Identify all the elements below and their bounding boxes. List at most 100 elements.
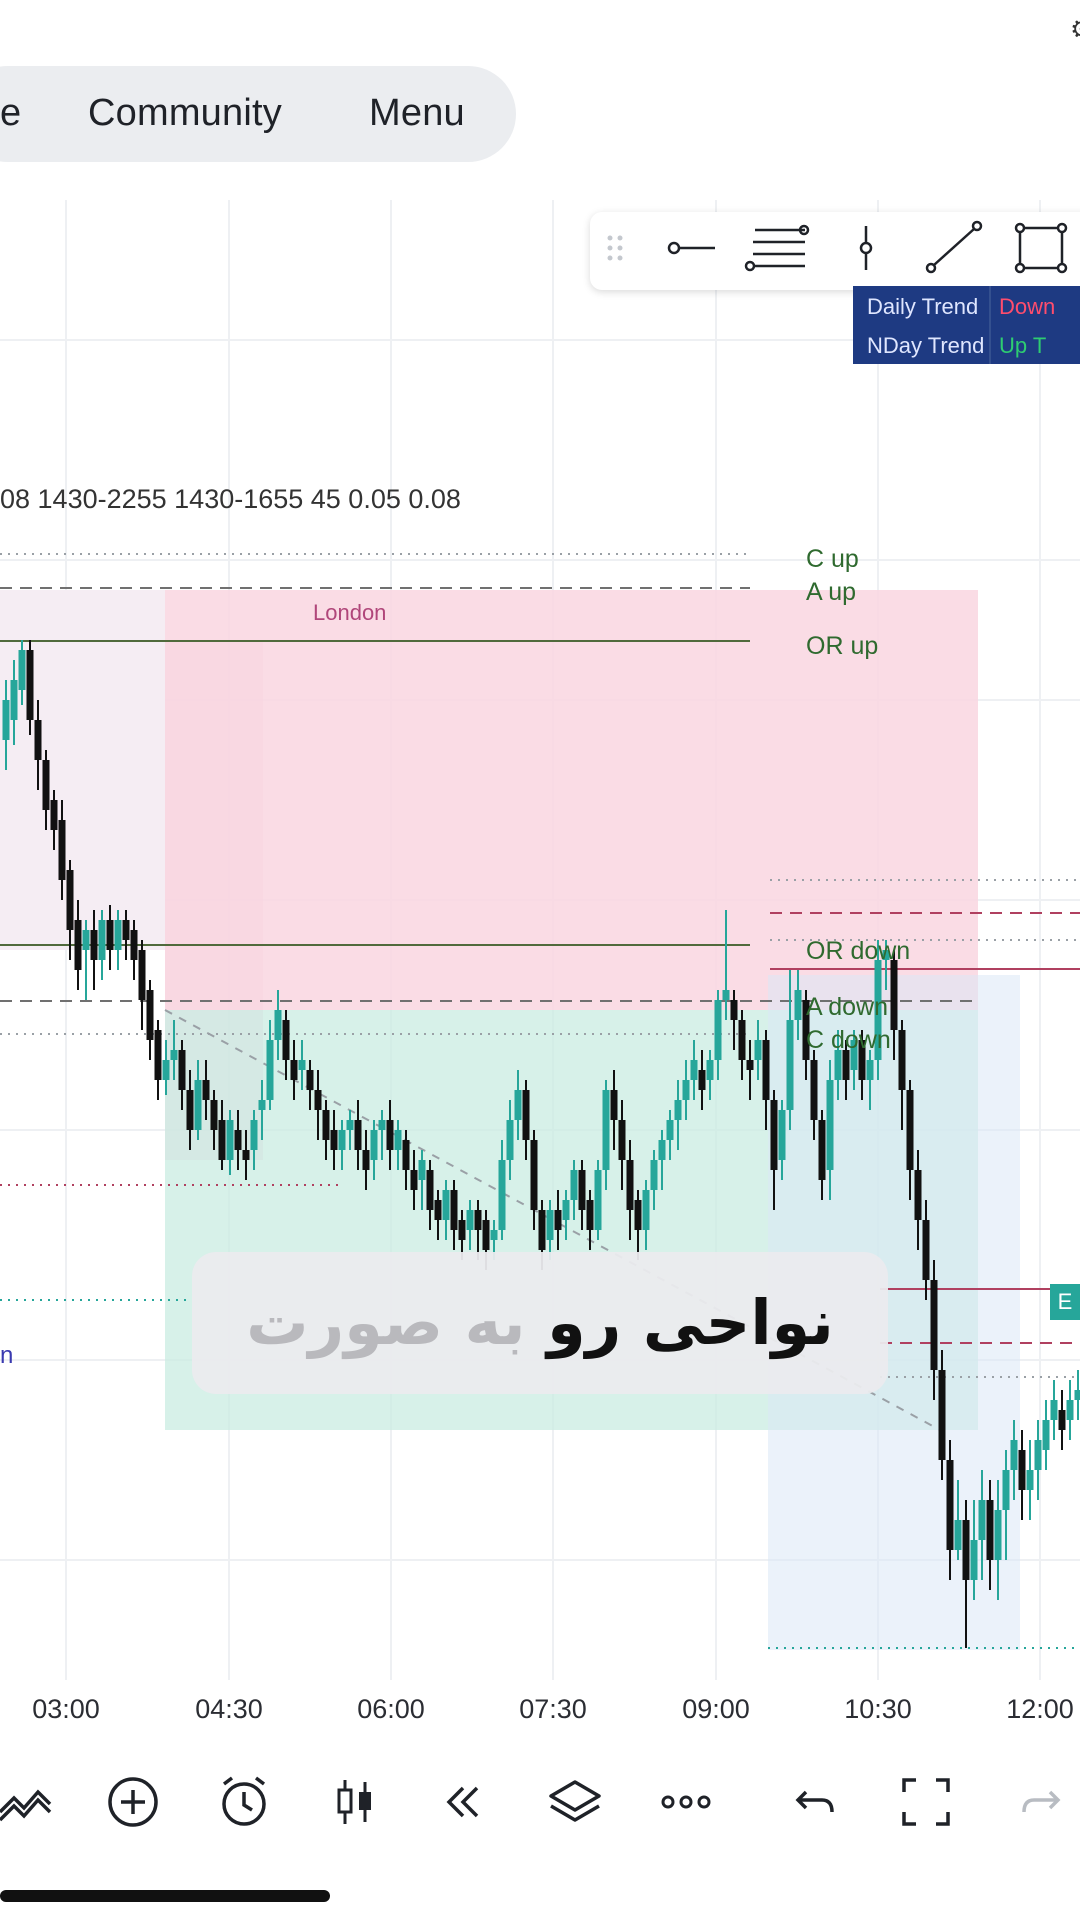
candle-body: [282, 1020, 290, 1060]
candle-body: [1058, 1410, 1066, 1430]
candle-body: [82, 930, 90, 950]
time-tick: 12:00: [1006, 1694, 1074, 1724]
candle-body: [754, 1040, 762, 1060]
candle-body: [122, 920, 130, 940]
candle-body: [770, 1100, 778, 1170]
redo-icon[interactable]: [1010, 1772, 1070, 1832]
layers-icon[interactable]: [545, 1772, 605, 1832]
indicators-icon[interactable]: [0, 1772, 60, 1832]
time-tick: 09:00: [682, 1694, 750, 1724]
candle-body: [690, 1060, 698, 1080]
candle-body: [962, 1520, 970, 1580]
candle-body: [90, 930, 98, 960]
candle-body: [818, 1120, 826, 1180]
drag-handle-icon[interactable]: [607, 235, 623, 261]
level-label-c-down: C down: [806, 1026, 891, 1054]
candle-body: [98, 920, 106, 960]
candle-body: [714, 1000, 722, 1060]
candles-icon[interactable]: [325, 1772, 385, 1832]
alert-clock-icon[interactable]: [214, 1772, 274, 1832]
candle-body: [826, 1080, 834, 1170]
candle-body: [498, 1160, 506, 1230]
candle-body: [618, 1120, 626, 1160]
candle-body: [402, 1140, 410, 1170]
candle-body: [642, 1190, 650, 1230]
candle-body: [26, 650, 34, 720]
status-glyph-icon: ⚙: [1070, 14, 1080, 38]
level-label-a-up: A up: [806, 578, 857, 606]
candle-body: [58, 820, 66, 880]
candle-body: [1034, 1440, 1042, 1470]
nav-item-partial[interactable]: e: [0, 92, 21, 135]
time-tick: 03:00: [32, 1694, 100, 1724]
candle-body: [346, 1120, 354, 1130]
candle-body: [74, 920, 82, 970]
candle-body: [610, 1090, 618, 1120]
candle-body: [394, 1130, 402, 1150]
candle-body: [786, 1020, 794, 1110]
candle-body: [426, 1170, 434, 1210]
candle-body: [330, 1130, 338, 1150]
candle-body: [154, 1030, 162, 1080]
candle-body: [482, 1220, 490, 1250]
candle-body: [410, 1170, 418, 1190]
candle-body: [1042, 1420, 1050, 1450]
candle-body: [794, 990, 802, 1020]
trend-table: Daily Trend Down NDay Trend Up T: [853, 286, 1080, 364]
level-label-or-down: OR down: [806, 937, 911, 965]
candle-body: [18, 650, 26, 690]
rectangle-icon[interactable]: [1014, 222, 1068, 274]
trend-row-daily: Daily Trend Down: [853, 286, 1080, 325]
candle-body: [906, 1090, 914, 1170]
candle-body: [434, 1200, 442, 1220]
candle-body: [602, 1090, 610, 1170]
candle-body: [538, 1210, 546, 1250]
vertical-line-icon[interactable]: [859, 226, 873, 270]
horizontal-ray-icon[interactable]: [667, 241, 715, 255]
candle-body: [10, 680, 18, 720]
candle-body: [274, 1010, 282, 1040]
candle-body: [474, 1210, 482, 1230]
candle-body: [202, 1080, 210, 1100]
candle-body: [570, 1170, 578, 1200]
nav-item-community[interactable]: Community: [88, 92, 282, 135]
candle-body: [1026, 1470, 1034, 1490]
candle-body: [946, 1460, 954, 1550]
candle-body: [594, 1170, 602, 1230]
candle-body: [626, 1160, 634, 1210]
candle-body: [890, 960, 898, 1030]
candle-body: [762, 1040, 770, 1100]
session-label: London: [313, 600, 387, 625]
candle-body: [650, 1160, 658, 1190]
price-chart[interactable]: [0, 200, 1080, 1740]
undo-icon[interactable]: [786, 1772, 846, 1832]
top-navigation: e Community Menu: [0, 66, 516, 162]
replay-icon[interactable]: [433, 1772, 493, 1832]
candle-body: [42, 760, 50, 810]
candle-body: [106, 920, 114, 950]
add-icon[interactable]: [103, 1772, 163, 1832]
candle-body: [698, 1070, 706, 1090]
candle-body: [226, 1120, 234, 1160]
fullscreen-icon[interactable]: [896, 1772, 956, 1832]
more-icon[interactable]: [656, 1772, 716, 1832]
candle-body: [970, 1540, 978, 1580]
candle-body: [378, 1120, 386, 1130]
nav-item-menu[interactable]: Menu: [369, 92, 465, 135]
candle-body: [258, 1100, 266, 1110]
candle-body: [506, 1120, 514, 1160]
candle-body: [114, 920, 122, 950]
indicator-params: 08 1430-2255 1430-1655 45 0.05 0.08: [0, 484, 461, 514]
candle-body: [442, 1190, 450, 1220]
candle-body: [986, 1500, 994, 1560]
candle-body: [954, 1520, 962, 1550]
candle-body: [194, 1080, 202, 1130]
candle-body: [522, 1090, 530, 1140]
candle-body: [178, 1050, 186, 1090]
pre-session-zone: [0, 590, 165, 950]
fib-levels-icon[interactable]: [744, 224, 810, 272]
candle-body: [162, 1060, 170, 1080]
candle-body: [666, 1120, 674, 1140]
trend-line-icon[interactable]: [925, 220, 983, 274]
candle-body: [250, 1120, 258, 1150]
